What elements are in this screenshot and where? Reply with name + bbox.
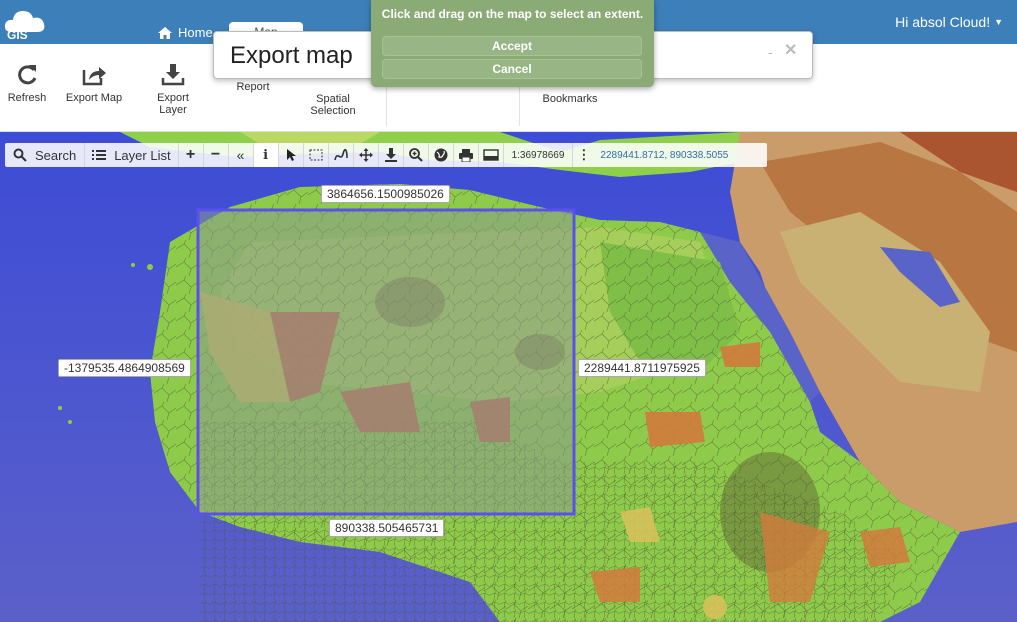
download-button[interactable] bbox=[379, 143, 404, 167]
list-icon bbox=[92, 150, 107, 160]
zoom-magnifier-icon bbox=[408, 148, 423, 162]
search-icon bbox=[13, 148, 27, 162]
cloud-logo-icon: GIS bbox=[4, 11, 45, 42]
layer-list-button[interactable]: Layer List bbox=[85, 143, 179, 167]
close-button[interactable]: ✕ bbox=[784, 40, 797, 60]
spatial-selection-label-2: Selection bbox=[310, 105, 356, 117]
zoom-in-button[interactable]: + bbox=[179, 143, 204, 167]
zoom-out-button[interactable]: − bbox=[204, 143, 229, 167]
plus-icon: + bbox=[185, 146, 196, 163]
full-extent-button[interactable] bbox=[429, 143, 454, 167]
rectangle-select-icon bbox=[309, 149, 323, 161]
home-icon bbox=[158, 26, 172, 39]
home-link[interactable]: Home bbox=[158, 25, 213, 40]
zoom-to-button[interactable] bbox=[404, 143, 429, 167]
bookmarks-label: Bookmarks bbox=[542, 93, 598, 105]
spatial-selection-label-1: Spatial bbox=[316, 93, 350, 105]
identify-button[interactable]: i bbox=[253, 143, 279, 167]
draw-button[interactable] bbox=[329, 143, 354, 167]
user-greeting: Hi absol Cloud! bbox=[895, 14, 991, 30]
draw-icon bbox=[333, 148, 348, 161]
double-chevron-left-icon: « bbox=[236, 147, 245, 163]
accept-button[interactable]: Accept bbox=[382, 36, 642, 56]
minimize-button[interactable]: - bbox=[768, 44, 773, 60]
more-options-button[interactable]: ⋮ bbox=[572, 143, 594, 167]
user-menu[interactable]: Hi absol Cloud! ▼ bbox=[895, 14, 1003, 30]
app-logo[interactable]: GIS bbox=[4, 6, 48, 42]
extent-bottom-label: 890338.505465731 bbox=[329, 519, 445, 537]
spatial-selection-button[interactable]: Spatial Selection bbox=[297, 93, 369, 117]
select-pointer-button[interactable] bbox=[279, 143, 304, 167]
measure-button[interactable] bbox=[479, 143, 504, 167]
layer-list-label: Layer List bbox=[114, 147, 171, 163]
map-scale: 1:36978669 bbox=[511, 149, 565, 161]
refresh-icon bbox=[18, 65, 37, 85]
print-button[interactable] bbox=[454, 143, 479, 167]
extent-left-label: -1379535.4864908569 bbox=[58, 359, 191, 377]
search-button[interactable]: Search bbox=[5, 143, 86, 167]
prompt-message: Click and drag on the map to select an e… bbox=[381, 7, 644, 21]
caret-down-icon: ▼ bbox=[994, 17, 1003, 27]
map-toolbar: Search Layer List + − « i 1:36978669 ⋮ 2… bbox=[5, 143, 767, 167]
home-label: Home bbox=[178, 25, 213, 40]
extent-right-label: 2289441.8711975925 bbox=[578, 359, 706, 377]
report-label: Report bbox=[236, 81, 270, 93]
more-vertical-icon: ⋮ bbox=[577, 147, 591, 162]
export-layer-label-1: Export bbox=[157, 92, 189, 104]
move-icon bbox=[358, 148, 373, 162]
pan-button[interactable] bbox=[354, 143, 379, 167]
map-image bbox=[0, 132, 1017, 622]
extent-selection-prompt: Click and drag on the map to select an e… bbox=[371, 0, 654, 87]
measure-icon bbox=[482, 149, 499, 161]
minus-icon: − bbox=[210, 146, 221, 163]
search-label: Search bbox=[35, 147, 77, 163]
export-layer-button[interactable]: Export Layer bbox=[137, 60, 209, 116]
share-export-icon bbox=[82, 67, 106, 86]
export-map-label: Export Map bbox=[65, 92, 123, 104]
extent-top-label: 3864656.1500985026 bbox=[321, 185, 450, 203]
map-canvas[interactable] bbox=[0, 132, 1017, 622]
export-map-button[interactable]: Export Map bbox=[58, 60, 130, 104]
cursor-coordinates: 2289441.8712, 890338.5055 bbox=[600, 149, 729, 161]
print-icon bbox=[458, 148, 473, 162]
bookmarks-button[interactable]: Bookmarks bbox=[534, 93, 606, 105]
download-icon bbox=[384, 148, 397, 162]
logo-text: GIS bbox=[7, 28, 28, 40]
select-rectangle-button[interactable] bbox=[304, 143, 329, 167]
dialog-title: Export map bbox=[230, 42, 353, 69]
refresh-label: Refresh bbox=[7, 92, 47, 104]
previous-extent-button[interactable]: « bbox=[229, 143, 254, 167]
export-layer-label-2: Layer bbox=[159, 104, 187, 116]
download-tray-icon bbox=[161, 64, 185, 86]
report-button[interactable]: Report bbox=[217, 81, 289, 93]
pointer-icon bbox=[286, 149, 296, 161]
cancel-button[interactable]: Cancel bbox=[382, 59, 642, 79]
globe-icon bbox=[434, 148, 448, 162]
refresh-button[interactable]: Refresh bbox=[0, 60, 63, 104]
info-icon: i bbox=[263, 147, 269, 163]
